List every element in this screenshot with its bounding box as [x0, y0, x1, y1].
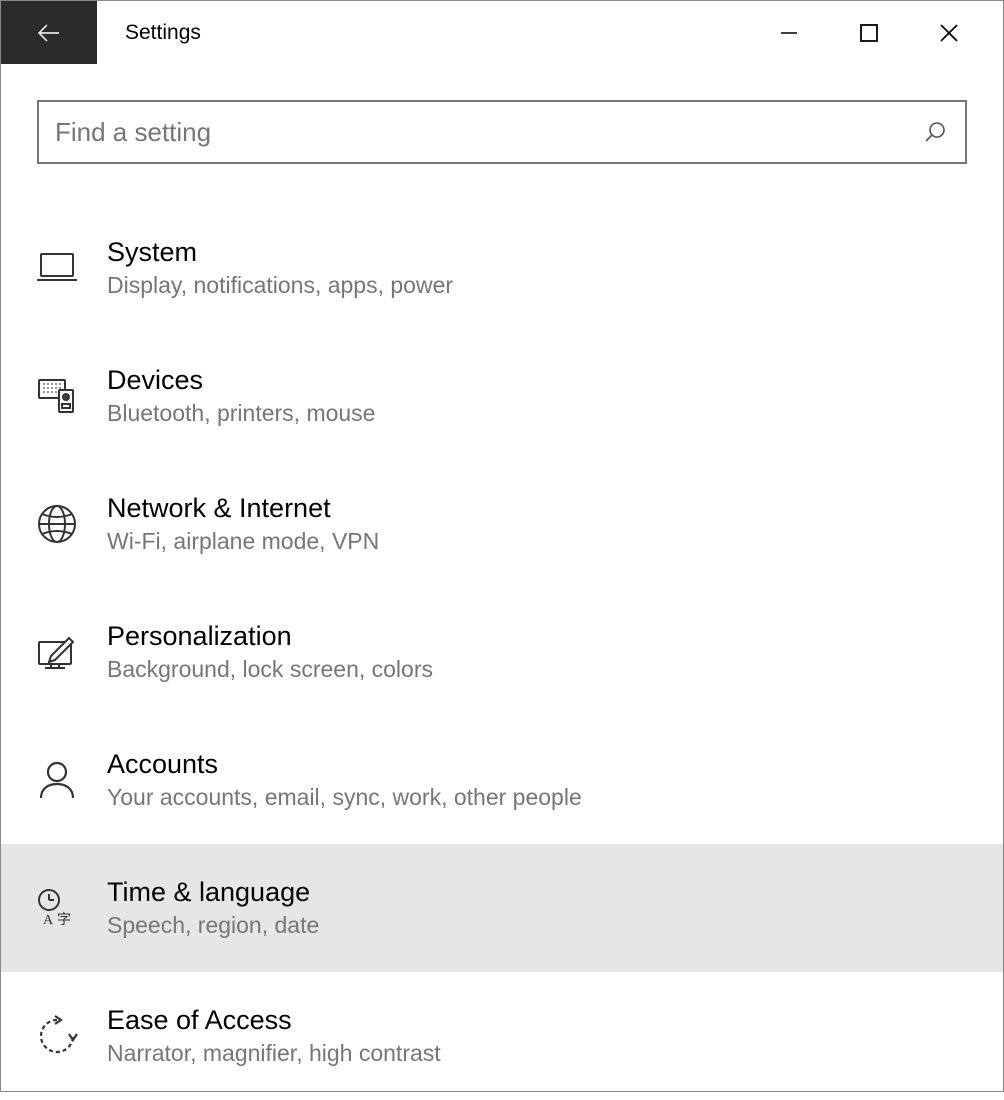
- category-time-language[interactable]: A 字 Time & language Speech, region, date: [1, 844, 1003, 972]
- minimize-button[interactable]: [773, 17, 805, 49]
- window-controls: [773, 1, 1003, 64]
- ease-of-access-icon: [31, 1010, 83, 1062]
- category-description: Bluetooth, printers, mouse: [107, 400, 375, 427]
- categories-list: System Display, notifications, apps, pow…: [1, 164, 1003, 1100]
- back-button[interactable]: [1, 1, 97, 64]
- category-devices[interactable]: Devices Bluetooth, printers, mouse: [1, 332, 1003, 460]
- category-description: Narrator, magnifier, high contrast: [107, 1040, 441, 1067]
- category-personalization[interactable]: Personalization Background, lock screen,…: [1, 588, 1003, 716]
- svg-text:字: 字: [57, 912, 71, 928]
- maximize-button[interactable]: [853, 17, 885, 49]
- category-description: Display, notifications, apps, power: [107, 272, 453, 299]
- category-ease-of-access[interactable]: Ease of Access Narrator, magnifier, high…: [1, 972, 1003, 1100]
- close-icon: [938, 22, 960, 44]
- window-title: Settings: [97, 1, 201, 64]
- laptop-icon: [31, 242, 83, 294]
- category-title: Time & language: [107, 877, 319, 908]
- search-input[interactable]: [39, 117, 905, 148]
- search-submit[interactable]: [905, 120, 965, 144]
- category-network[interactable]: Network & Internet Wi-Fi, airplane mode,…: [1, 460, 1003, 588]
- search-box[interactable]: [37, 100, 967, 164]
- titlebar: Settings: [1, 1, 1003, 64]
- category-description: Speech, region, date: [107, 912, 319, 939]
- category-system[interactable]: System Display, notifications, apps, pow…: [1, 204, 1003, 332]
- category-description: Wi-Fi, airplane mode, VPN: [107, 528, 379, 555]
- personalization-icon: [31, 626, 83, 678]
- category-title: Personalization: [107, 621, 433, 652]
- time-language-icon: A 字: [31, 882, 83, 934]
- minimize-icon: [779, 23, 799, 43]
- search-container: [1, 64, 1003, 164]
- category-accounts[interactable]: Accounts Your accounts, email, sync, wor…: [1, 716, 1003, 844]
- search-icon: [923, 120, 947, 144]
- category-title: Network & Internet: [107, 493, 379, 524]
- maximize-icon: [859, 23, 879, 43]
- globe-icon: [31, 498, 83, 550]
- svg-text:A: A: [43, 913, 54, 928]
- category-title: Devices: [107, 365, 375, 396]
- category-title: Ease of Access: [107, 1005, 441, 1036]
- category-title: Accounts: [107, 749, 582, 780]
- person-icon: [31, 754, 83, 806]
- close-button[interactable]: [933, 17, 965, 49]
- devices-icon: [31, 370, 83, 422]
- category-title: System: [107, 237, 453, 268]
- category-description: Background, lock screen, colors: [107, 656, 433, 683]
- category-description: Your accounts, email, sync, work, other …: [107, 784, 582, 811]
- back-arrow-icon: [35, 19, 63, 47]
